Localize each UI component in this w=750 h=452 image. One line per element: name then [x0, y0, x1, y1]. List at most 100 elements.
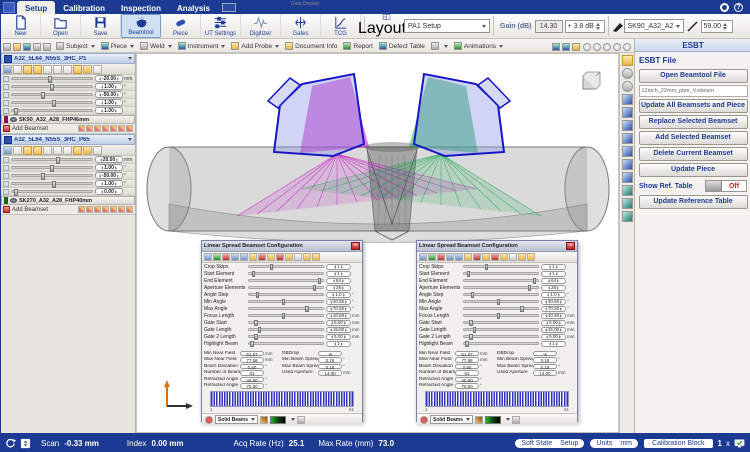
slider[interactable]: [248, 342, 324, 345]
beam-preset-icon[interactable]: [86, 206, 93, 213]
increment-icon[interactable]: [343, 293, 345, 297]
beamset-tool-icon[interactable]: [3, 146, 12, 155]
value-box[interactable]: 40.50: [326, 299, 351, 305]
probe-row[interactable]: SK270_A32_A28_FHP40mm: [1, 196, 135, 205]
value-box[interactable]: 1.00: [95, 83, 123, 90]
slider-thumb[interactable]: [52, 181, 56, 188]
gates-button[interactable]: Gates: [281, 14, 321, 38]
layer-icon[interactable]: [622, 211, 633, 222]
increment-icon[interactable]: [556, 272, 558, 276]
save-button[interactable]: Save: [81, 14, 121, 38]
view-cube-icon[interactable]: [622, 120, 633, 131]
slider-thumb[interactable]: [50, 165, 54, 172]
soft-state-pill[interactable]: Soft State Setup: [515, 439, 584, 448]
slider-thumb[interactable]: [469, 334, 473, 340]
value-box[interactable]: -50.00: [95, 91, 123, 98]
slider[interactable]: [463, 328, 539, 331]
dialog-titlebar[interactable]: Linear Spread Beamset Configuration ×: [202, 241, 362, 252]
increment-icon[interactable]: [345, 307, 347, 311]
slider[interactable]: [11, 77, 93, 80]
slider[interactable]: [248, 314, 324, 317]
digitizer-button[interactable]: Digitizer: [241, 14, 281, 38]
beam-preset-icon[interactable]: [86, 125, 93, 132]
instrument-menu[interactable]: Instrument: [178, 41, 226, 51]
decrement-icon[interactable]: [549, 342, 551, 346]
value-box[interactable]: 28: [326, 285, 351, 291]
slider-thumb[interactable]: [50, 84, 54, 91]
beamset-group-header[interactable]: A32_5L64_N55S_3HC_P1: [1, 53, 135, 64]
slider-thumb[interactable]: [533, 278, 537, 284]
dialog-tool-icon[interactable]: [446, 253, 454, 261]
value-box[interactable]: 1: [326, 264, 351, 270]
slider-thumb[interactable]: [48, 76, 52, 83]
esbt-action-button[interactable]: Add Selected Beamset: [639, 131, 748, 145]
slider-thumb[interactable]: [256, 292, 260, 298]
dialog-tool-icon[interactable]: [303, 253, 311, 261]
slider-thumb[interactable]: [252, 271, 256, 277]
slider-thumb[interactable]: [313, 285, 317, 291]
slider-thumb[interactable]: [305, 306, 309, 312]
units-pill[interactable]: Units mm: [590, 439, 638, 448]
beam-preset-icon[interactable]: [118, 206, 125, 213]
value-box[interactable]: 1.0: [326, 292, 351, 298]
nav-cube-icon[interactable]: [583, 72, 600, 89]
visibility-icon[interactable]: [10, 198, 17, 203]
slider[interactable]: [11, 85, 93, 88]
tab-setup[interactable]: Setup: [17, 1, 55, 14]
value-box[interactable]: 1: [541, 341, 566, 347]
value-box[interactable]: 40.50: [326, 313, 351, 319]
layer-icon[interactable]: [622, 198, 633, 209]
slider[interactable]: [11, 182, 93, 185]
subject-menu[interactable]: Subject: [56, 41, 95, 51]
decrement-icon[interactable]: [101, 101, 103, 105]
increment-icon[interactable]: [341, 272, 343, 276]
decrement-icon[interactable]: [546, 321, 548, 325]
beamset-tool-icon[interactable]: [53, 65, 62, 74]
slider-thumb[interactable]: [52, 100, 56, 107]
dialog-tool-icon[interactable]: [455, 253, 463, 261]
increment-icon[interactable]: [342, 279, 344, 283]
beam-preset-icon[interactable]: [94, 206, 101, 213]
dialog-tool-icon[interactable]: [428, 253, 436, 261]
add-probe-menu[interactable]: Add Probe: [231, 41, 279, 51]
decrement-icon[interactable]: [546, 335, 548, 339]
decrement-icon[interactable]: [331, 321, 333, 325]
slider-thumb[interactable]: [497, 299, 501, 305]
beamtool-file-field[interactable]: 12inch_22mm_pipe_V.ebeam: [639, 85, 748, 97]
slider-thumb[interactable]: [467, 271, 471, 277]
increment-icon[interactable]: [344, 335, 346, 339]
monitor-status-icon[interactable]: [734, 438, 745, 449]
dialog-tool-icon[interactable]: [500, 253, 508, 261]
increment-icon[interactable]: [116, 158, 118, 162]
piece-button[interactable]: Piece: [161, 14, 201, 38]
decrement-icon[interactable]: [330, 300, 332, 304]
beamset-tool-icon[interactable]: [33, 65, 42, 74]
view-cube-icon[interactable]: [622, 107, 633, 118]
dialog-tool-icon[interactable]: [464, 253, 472, 261]
beamset-tool-icon[interactable]: [93, 65, 102, 74]
tab-calibration[interactable]: Calibration: [55, 1, 113, 14]
slider[interactable]: [463, 307, 539, 310]
beamset-tool-icon[interactable]: [63, 146, 72, 155]
tcg-button[interactable]: TCG: [321, 14, 361, 38]
increment-icon[interactable]: [559, 335, 561, 339]
dialog-tool-icon[interactable]: [249, 253, 257, 261]
increment-icon[interactable]: [115, 182, 117, 186]
beam-preset-icon[interactable]: [110, 125, 117, 132]
beamset-tool-icon[interactable]: [13, 65, 22, 74]
esbt-action-button[interactable]: Update All Beamsets and Piece: [639, 99, 748, 113]
view-cube-icon[interactable]: [622, 94, 633, 105]
slider-thumb[interactable]: [270, 264, 274, 270]
increment-icon[interactable]: [115, 166, 117, 170]
beamtool-button[interactable]: Beamtool: [121, 14, 161, 38]
layout-select[interactable]: PA1 Setup: [404, 19, 490, 33]
open-beamtool-file-button[interactable]: Open Beamtool File: [639, 69, 748, 83]
beamset-tool-icon[interactable]: [73, 146, 82, 155]
increment-icon[interactable]: [117, 77, 119, 81]
beam-preset-icon[interactable]: [102, 125, 109, 132]
view-cube-icon[interactable]: [622, 172, 633, 183]
slider[interactable]: [463, 342, 539, 345]
slider[interactable]: [248, 335, 324, 338]
value-box[interactable]: 1: [326, 341, 351, 347]
slider-thumb[interactable]: [473, 327, 477, 333]
